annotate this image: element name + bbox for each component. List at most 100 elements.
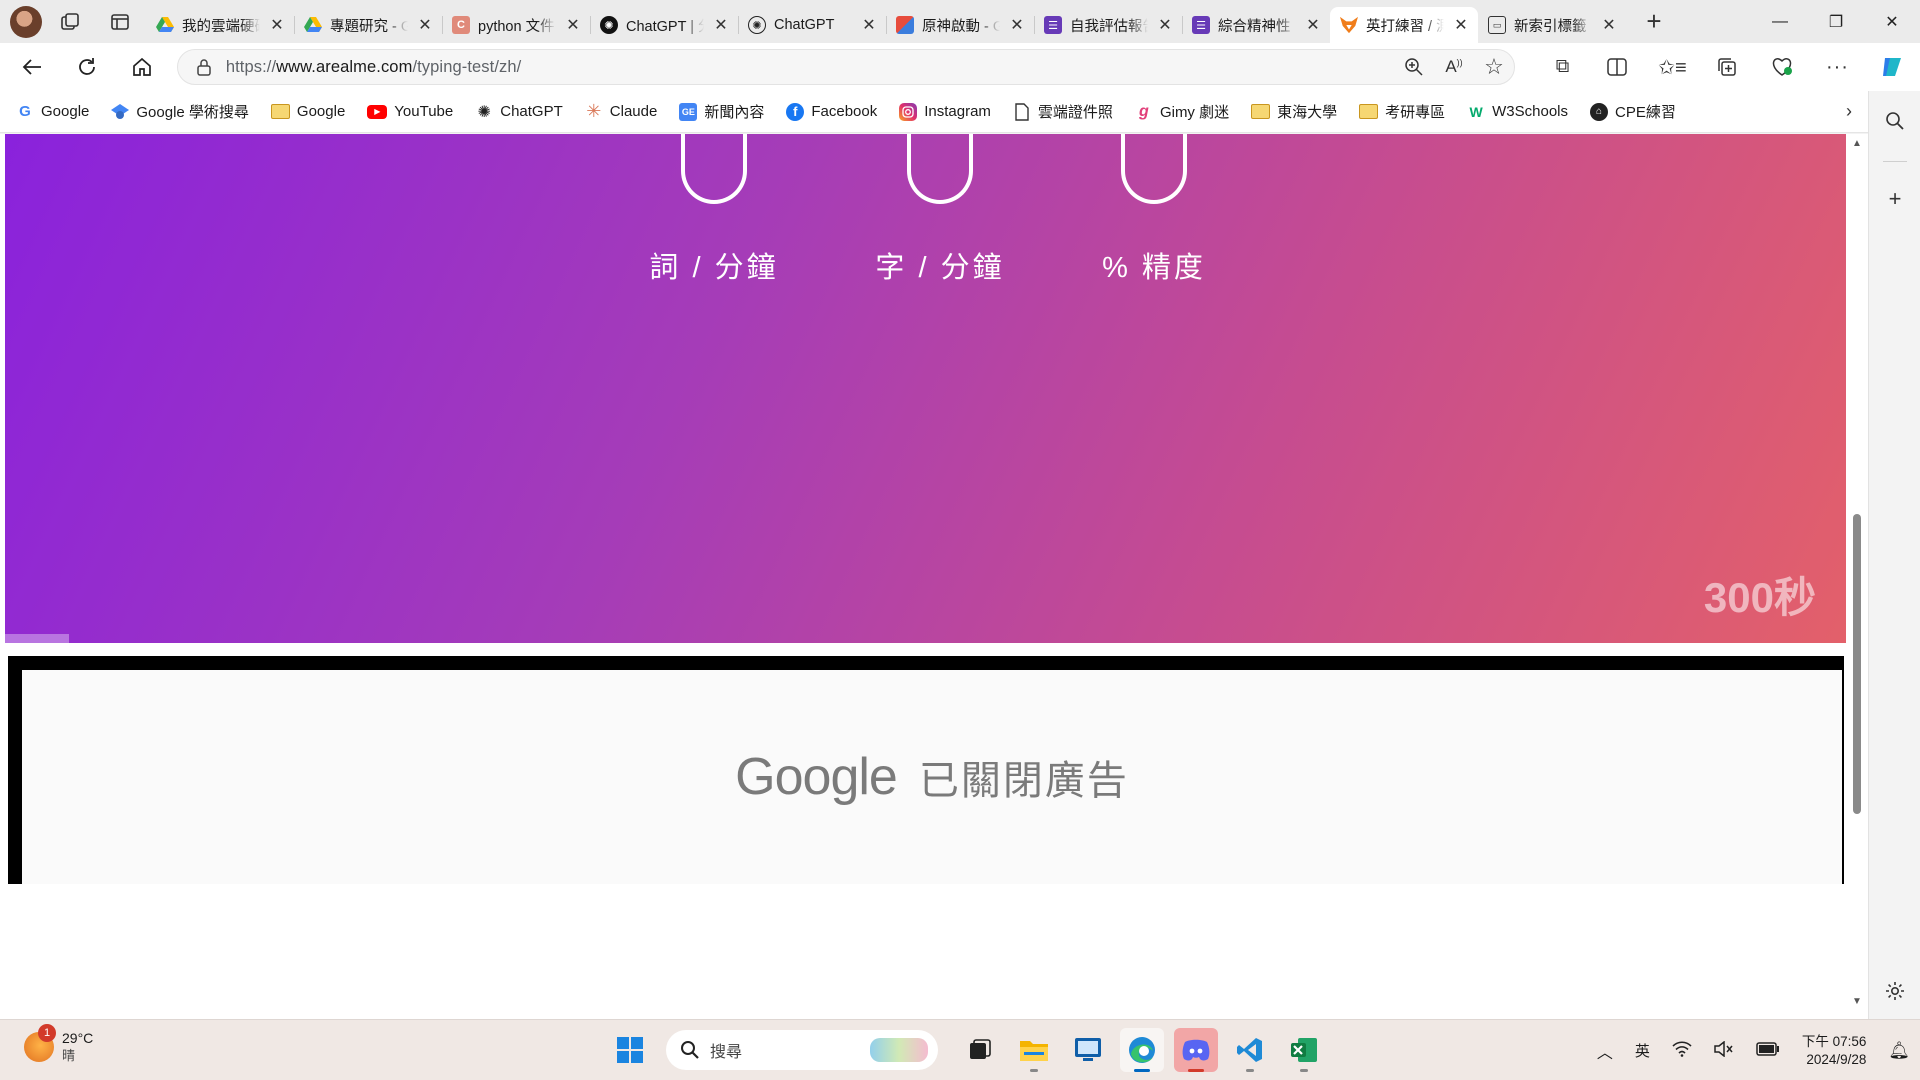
minimize-icon: — bbox=[1772, 12, 1788, 30]
tab-title: 英打練習 / 測試 bbox=[1366, 18, 1444, 35]
discord-icon bbox=[1182, 1039, 1210, 1061]
clock[interactable]: 下午 07:56 2024/9/28 bbox=[1802, 1033, 1867, 1069]
tab-google-drive-2[interactable]: 專題研究 - Google ✕ bbox=[294, 7, 442, 43]
page-scrollbar[interactable]: ▲ ▼ bbox=[1849, 134, 1865, 1019]
back-button[interactable] bbox=[12, 49, 52, 85]
scrollbar-thumb[interactable] bbox=[1853, 514, 1861, 814]
close-tab-icon[interactable]: ✕ bbox=[1008, 15, 1026, 35]
volume-muted-icon[interactable] bbox=[1714, 1039, 1734, 1061]
tab-actions-button[interactable] bbox=[98, 5, 142, 39]
favorite-google[interactable]: G Google bbox=[16, 103, 89, 121]
wifi-icon[interactable] bbox=[1672, 1040, 1692, 1061]
taskbar-file-explorer[interactable] bbox=[1012, 1028, 1056, 1072]
vertical-tabs-icon bbox=[111, 13, 129, 30]
close-tab-icon[interactable]: ✕ bbox=[712, 15, 730, 35]
scroll-down-icon[interactable]: ▼ bbox=[1851, 996, 1863, 1008]
tab-new-tab[interactable]: ▭ 新索引標籤 ✕ bbox=[1478, 7, 1626, 43]
favorite-folder-google[interactable]: Google bbox=[270, 103, 345, 120]
workspaces-button[interactable] bbox=[48, 5, 92, 39]
sidebar-divider bbox=[1883, 161, 1907, 162]
settings-more-button[interactable]: ··· bbox=[1810, 51, 1865, 83]
close-tab-icon[interactable]: ✕ bbox=[860, 15, 878, 35]
address-bar[interactable]: https://www.arealme.com/typing-test/zh/ … bbox=[176, 49, 1515, 85]
favorite-id-photo[interactable]: 雲端證件照 bbox=[1013, 101, 1113, 122]
close-tab-icon[interactable]: ✕ bbox=[1452, 15, 1470, 35]
start-button[interactable] bbox=[608, 1028, 652, 1072]
sidebar-settings-button[interactable] bbox=[1869, 971, 1920, 1011]
favorite-folder-grad[interactable]: 考研專區 bbox=[1359, 101, 1445, 122]
close-window-button[interactable]: ✕ bbox=[1864, 0, 1920, 43]
plus-icon: + bbox=[1646, 6, 1662, 36]
favorite-news[interactable]: GE 新聞內容 bbox=[679, 101, 764, 122]
browser-essentials-button[interactable] bbox=[1755, 51, 1810, 83]
lock-icon[interactable] bbox=[192, 55, 216, 79]
tab-chatgpt-share[interactable]: ✺ ChatGPT | 分享 ✕ bbox=[590, 7, 738, 43]
ime-indicator[interactable]: 英 bbox=[1635, 1040, 1650, 1061]
tab-title: ChatGPT bbox=[774, 17, 835, 33]
scroll-up-icon[interactable]: ▲ bbox=[1851, 138, 1863, 150]
favorite-cpe[interactable]: ⌂ CPE練習 bbox=[1590, 101, 1676, 122]
favorite-scholar[interactable]: Google 學術搜尋 bbox=[111, 101, 249, 122]
url-prefix: https:// bbox=[225, 57, 277, 76]
new-tab-button[interactable]: + bbox=[1632, 5, 1676, 39]
home-button[interactable] bbox=[122, 49, 162, 85]
edge-icon bbox=[1129, 1037, 1155, 1063]
favorite-gimy[interactable]: g Gimy 劇迷 bbox=[1135, 101, 1229, 122]
split-screen-button[interactable] bbox=[1590, 51, 1645, 83]
close-tab-icon[interactable]: ✕ bbox=[1304, 15, 1322, 35]
extensions-button[interactable]: ⧉ bbox=[1535, 51, 1590, 83]
collections-button[interactable] bbox=[1700, 51, 1755, 83]
sidebar-add-button[interactable]: + bbox=[1869, 179, 1920, 219]
taskbar-search[interactable]: 搜尋 bbox=[666, 1030, 938, 1070]
notification-bell-icon[interactable]: 🔔︎ bbox=[1888, 1041, 1910, 1061]
close-tab-icon[interactable]: ✕ bbox=[268, 15, 286, 35]
favorite-facebook[interactable]: f Facebook bbox=[786, 102, 877, 121]
taskbar-discord[interactable] bbox=[1174, 1028, 1218, 1072]
favorite-instagram[interactable]: Instagram bbox=[899, 102, 991, 121]
tab-typing-test[interactable]: 英打練習 / 測試 ✕ bbox=[1330, 7, 1478, 43]
google-drive-icon bbox=[156, 16, 174, 34]
tab-self-eval[interactable]: ☰ 自我評估報告 ✕ bbox=[1034, 7, 1182, 43]
favorites-button[interactable]: ✩≡ bbox=[1645, 51, 1700, 83]
refresh-icon bbox=[79, 58, 95, 75]
window-controls: — ❐ ✕ bbox=[1752, 0, 1920, 43]
tab-chatgpt[interactable]: ✺ ChatGPT ✕ bbox=[738, 7, 886, 43]
favorite-chatgpt[interactable]: ✺ ChatGPT bbox=[475, 103, 563, 121]
refresh-button[interactable] bbox=[67, 49, 107, 85]
taskbar-edge[interactable] bbox=[1120, 1028, 1164, 1072]
close-tab-icon[interactable]: ✕ bbox=[416, 15, 434, 35]
chevron-up-icon[interactable]: ︿ bbox=[1597, 1039, 1613, 1063]
zoom-button[interactable] bbox=[1394, 51, 1434, 83]
accuracy-gauge bbox=[1121, 134, 1187, 204]
favorite-youtube[interactable]: ▶ YouTube bbox=[367, 103, 453, 120]
taskbar-vscode[interactable] bbox=[1228, 1028, 1272, 1072]
google-drive-icon bbox=[304, 16, 322, 34]
tab-spirituality[interactable]: ☰ 綜合精神性 ✕ bbox=[1182, 7, 1330, 43]
tab-python-doc[interactable]: C python 文件 ✕ bbox=[442, 7, 590, 43]
taskbar-excel[interactable] bbox=[1282, 1028, 1326, 1072]
favorite-button[interactable]: ☆ bbox=[1474, 51, 1514, 83]
sidebar-search-button[interactable] bbox=[1869, 101, 1920, 141]
battery-icon[interactable] bbox=[1756, 1041, 1780, 1060]
taskbar-task-view[interactable] bbox=[958, 1028, 1002, 1072]
restore-button[interactable]: ❐ bbox=[1808, 0, 1864, 43]
profile-avatar[interactable] bbox=[10, 5, 42, 38]
read-aloud-button[interactable]: A)) bbox=[1434, 51, 1474, 83]
weather-widget[interactable]: 1 29°C 晴 bbox=[24, 1024, 93, 1064]
time-progress-fill bbox=[5, 634, 70, 643]
minimize-button[interactable]: — bbox=[1752, 0, 1808, 43]
favorite-claude[interactable]: ✳ Claude bbox=[585, 101, 657, 121]
tab-google-drive-1[interactable]: 我的雲端硬碟 - Google ✕ bbox=[146, 7, 294, 43]
tab-gimy[interactable]: 原神啟動 - Gimy ✕ bbox=[886, 7, 1034, 43]
copilot-button[interactable] bbox=[1865, 51, 1920, 83]
favorites-overflow-icon[interactable]: › bbox=[1846, 101, 1852, 122]
url-text[interactable]: https://www.arealme.com/typing-test/zh/ bbox=[226, 58, 1394, 77]
url-path: /typing-test/zh/ bbox=[412, 57, 522, 76]
favorite-folder-tunghai[interactable]: 東海大學 bbox=[1251, 101, 1337, 122]
close-tab-icon[interactable]: ✕ bbox=[564, 15, 582, 35]
taskbar-remote-desktop[interactable] bbox=[1066, 1028, 1110, 1072]
close-tab-icon[interactable]: ✕ bbox=[1156, 15, 1174, 35]
favorite-w3schools[interactable]: W W3Schools bbox=[1467, 103, 1568, 121]
close-tab-icon[interactable]: ✕ bbox=[1600, 15, 1618, 35]
running-indicator bbox=[1188, 1069, 1204, 1072]
